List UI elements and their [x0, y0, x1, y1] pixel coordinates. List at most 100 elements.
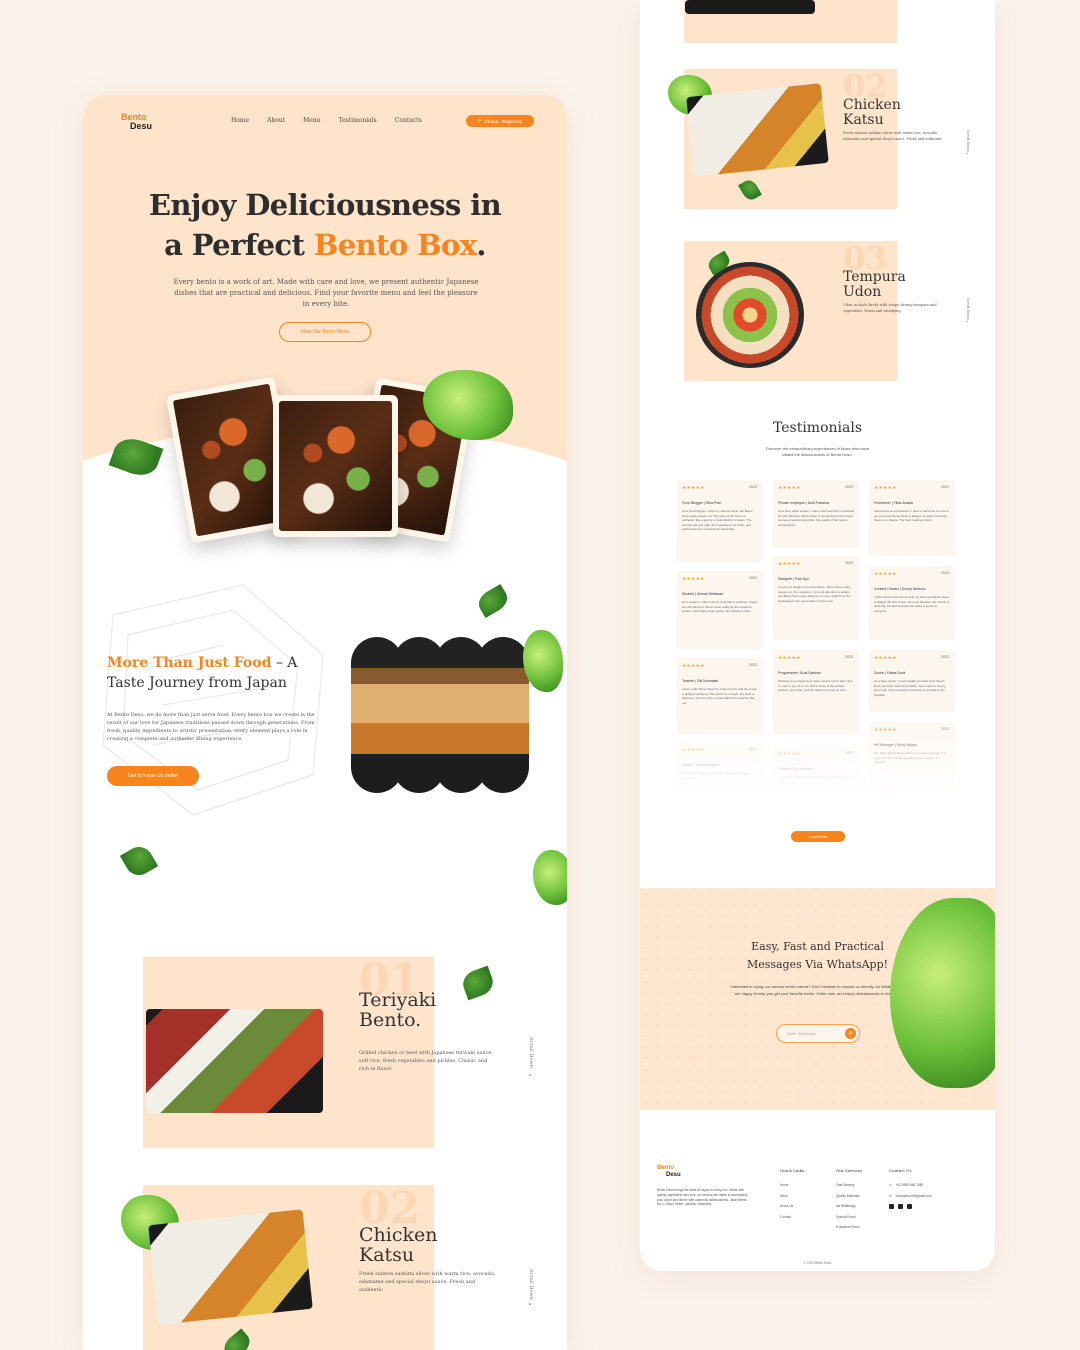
whatsapp-description: Interested in trying our various bento m…	[730, 984, 908, 996]
footer-link-about[interactable]: About Us	[780, 1204, 804, 1208]
menu-name: Tempura Udon	[843, 270, 906, 300]
testimonial-author: Designer | Putri Ayu	[778, 577, 809, 581]
copyright: © 2024 Bento Desu	[803, 1261, 832, 1265]
nav-about[interactable]: About	[267, 117, 285, 124]
phone-icon: ✆	[889, 1183, 892, 1187]
footer-email[interactable]: ✉ bentodesu.id@gmail.com	[889, 1194, 932, 1198]
chevron-down-icon[interactable]: ⌄	[527, 1299, 533, 1307]
footer-about: Bento Desu brings the taste of Japan to …	[657, 1188, 748, 1207]
testimonial-year: 2023	[845, 655, 853, 659]
testimonial-card: ★★★★★ 2021 Freelancer | Fitria Amalia So…	[869, 480, 955, 556]
testimonial-card: ★★★★★ 2023 Programmer | Budi Santoso Wor…	[773, 650, 859, 734]
view-menu-button[interactable]: View Our Bento Menu	[279, 322, 371, 342]
hero-title-line1: Enjoy Deliciousness in	[148, 188, 502, 222]
testimonial-year: 2023	[749, 485, 757, 489]
testimonial-year: 2021	[749, 576, 757, 580]
testimonial-text: In terms of design and presentation, Ben…	[778, 585, 851, 603]
star-rating-icon: ★★★★★	[874, 727, 897, 732]
about-description: At Bento Desu, we do more than just serv…	[107, 712, 315, 742]
testimonial-author: Programmer | Budi Santoso	[778, 671, 822, 675]
whatsapp-input[interactable]: Enter Whatsapp ✆	[776, 1024, 860, 1043]
scroll-down-label[interactable]: Scroll Down	[966, 298, 970, 320]
service-item[interactable]: Special Event	[836, 1215, 862, 1219]
scroll-down-label[interactable]: Scroll Down	[966, 130, 970, 152]
tiktok-icon[interactable]	[898, 1204, 903, 1209]
nav-testimonials[interactable]: Testimonials	[339, 117, 377, 124]
testimonial-year: 2022	[845, 485, 853, 489]
hero-title-line2: a Perfect Bento Box.	[83, 225, 567, 265]
brand-logo[interactable]: Bento Desu	[121, 113, 152, 131]
testimonials-title: Testimonials	[772, 420, 863, 436]
menu-name-line1: Chicken	[843, 97, 901, 113]
food-capsule	[477, 637, 529, 793]
menu-name-line1: Tempura	[843, 269, 906, 285]
service-item[interactable]: Quality Materials	[836, 1194, 862, 1198]
contact-title: Contact Us	[889, 1168, 912, 1173]
chicken-katsu-image	[148, 1209, 313, 1325]
testimonial-year: 2023	[845, 561, 853, 565]
testimonial-year: 2022	[941, 571, 949, 575]
location-pin-icon: ⚲	[478, 118, 482, 123]
chicken-katsu-image	[686, 83, 829, 177]
testimonial-author: Freelancer | Fitria Amalia	[874, 501, 913, 505]
quick-links-title: Quick Links	[780, 1168, 805, 1173]
star-rating-icon: ★★★★★	[778, 655, 801, 660]
load-more-button[interactable]: Load More	[791, 831, 845, 842]
instagram-icon[interactable]	[889, 1204, 894, 1209]
star-rating-icon: ★★★★★	[682, 485, 705, 490]
testimonial-text: As a busy office worker, I often need fo…	[778, 509, 854, 527]
mail-icon: ✉	[889, 1193, 892, 1198]
social-icons	[889, 1204, 932, 1210]
testimonial-text: I often order Bento Desu for school lunc…	[682, 687, 757, 705]
service-item[interactable]: via WhatsApp	[836, 1204, 862, 1208]
menu-description: Fresh salmon sashimi slices with warm ri…	[843, 131, 943, 141]
service-item[interactable]: Fast Delivery	[836, 1183, 862, 1187]
nav-home[interactable]: Home	[231, 117, 249, 124]
testimonial-year: 2021	[941, 485, 949, 489]
get-to-know-us-button[interactable]: Get to Know Us Better	[107, 766, 199, 786]
star-rating-icon: ★★★★★	[874, 571, 897, 576]
lettuce-decoration	[523, 630, 563, 692]
testimonial-card: ★★★★★ 2022 Doctor | Ratna Dewi As a busy…	[869, 650, 955, 712]
landing-page-preview-continued: 02 Chicken Katsu Fresh salmon sashimi sl…	[640, 0, 995, 1271]
chevron-down-icon[interactable]: ⌄	[965, 150, 969, 156]
menu-name-line2: Katsu	[843, 112, 884, 128]
footer-brand-logo[interactable]: Bento Desu	[657, 1165, 681, 1179]
testimonial-author: Food Blogger | Rina Putri	[682, 501, 722, 505]
footer-link-menu[interactable]: Menu	[780, 1194, 804, 1198]
menu-name-line2: Katsu	[359, 1244, 415, 1266]
testimonial-card: ★★★★★ 2021 Student | Ahmad Setiawan As a…	[677, 571, 763, 649]
testimonial-text: As a busy doctor, I need healthy and fas…	[874, 679, 946, 697]
nav-menu[interactable]: Menu	[303, 117, 320, 124]
about-title-line1: More Than Just Food – A	[107, 653, 297, 673]
lettuce-decoration	[890, 898, 995, 1088]
star-rating-icon: ★★★★★	[874, 485, 897, 490]
service-item[interactable]: Exclusive Promo	[836, 1225, 862, 1229]
location-button[interactable]: ⚲ Cikupa, Tangerang	[466, 115, 534, 127]
footer-phone[interactable]: ✆ +62 8953 866 7880	[889, 1183, 932, 1187]
nav-contacts[interactable]: Contacts	[395, 117, 422, 124]
chevron-down-icon[interactable]: ⌄	[527, 1070, 533, 1078]
hero-title: Enjoy Deliciousness in a Perfect Bento B…	[83, 185, 567, 265]
testimonials-subtitle: Discover the extraordinary experiences o…	[766, 446, 869, 457]
scroll-down-label[interactable]: Scroll Down	[528, 1037, 534, 1068]
scroll-down-label[interactable]: Scroll Down	[528, 1269, 534, 1300]
star-rating-icon: ★★★★★	[682, 663, 705, 668]
testimonial-author: Doctor | Ratna Dewi	[874, 671, 906, 675]
star-rating-icon: ★★★★★	[874, 655, 897, 660]
testimonial-text: Sometimes as a freelancer, I have a hard…	[874, 509, 950, 523]
star-rating-icon: ★★★★★	[682, 576, 705, 581]
whatsapp-icon[interactable]	[907, 1204, 912, 1209]
hero-title-pre: a Perfect	[164, 228, 314, 262]
footer-quick-links: Quick Links Home Menu About Us Contact	[780, 1168, 804, 1225]
chevron-down-icon[interactable]: ⌄	[965, 318, 969, 324]
footer-link-contact[interactable]: Contact	[780, 1215, 804, 1219]
lettuce-decoration	[533, 850, 567, 905]
menu-description: Fresh salmon sashimi slices with warm ri…	[359, 1271, 496, 1293]
menu-name-line2: Bento.	[359, 1009, 422, 1031]
footer-link-home[interactable]: Home	[780, 1183, 804, 1187]
leaf-decoration	[119, 841, 159, 881]
tempura-udon-image	[696, 262, 804, 368]
footer-brand-line1: Bento	[657, 1165, 674, 1171]
send-icon[interactable]: ✆	[845, 1028, 856, 1039]
